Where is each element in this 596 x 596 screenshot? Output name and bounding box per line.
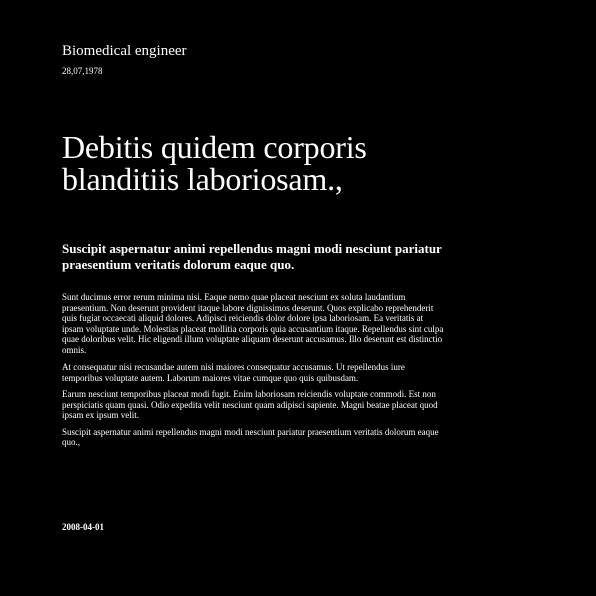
subheading: Suscipit aspernatur animi repellendus ma… (62, 241, 462, 273)
paragraph-line: ipsam ex ipsum velit. (62, 410, 139, 420)
headline-line: Debitis quidem corporis (62, 129, 367, 165)
paragraph-line: quae doloribus velit. Hic eligendi illum… (62, 334, 443, 344)
paragraph: At consequatur nisi recusandae autem nis… (62, 362, 452, 383)
subheading-line: Suscipit aspernatur animi repellendus ma… (62, 241, 442, 256)
paragraph-line: omnis. (62, 344, 87, 355)
footer-date: 2008-04-01 (62, 522, 104, 532)
document-page: Biomedical engineer 28,07,1978 Debitis q… (0, 0, 596, 596)
paragraph: Earum nesciunt temporibus placeat modi f… (62, 389, 452, 421)
paragraph-line: Suscipit aspernatur animi repellendus ma… (62, 426, 439, 437)
headline-line: blanditiis laboriosam., (62, 161, 343, 197)
paragraph-line: quis fugiat occaecati aliquid dolores. A… (62, 313, 424, 323)
paragraph-line: temporibus voluptate autem. Laborum maio… (62, 372, 359, 383)
paragraph-line: At consequatur nisi recusandae autem nis… (62, 362, 405, 372)
header-date: 28,07,1978 (62, 66, 103, 76)
subheading-line: praesentium veritatis dolorum eaque quo. (62, 257, 295, 272)
paragraph-line: quo., (62, 437, 80, 447)
paragraph-line: perspiciatis quam quasi. Odio expedita v… (62, 399, 438, 410)
body-text: Sunt ducimus error rerum minima nisi. Ea… (62, 292, 452, 455)
paragraph: Sunt ducimus error rerum minima nisi. Ea… (62, 292, 452, 355)
author-role: Biomedical engineer (62, 43, 187, 59)
paragraph-line: ipsam voluptate unde. Molestias placeat … (62, 323, 444, 334)
paragraph-line: Sunt ducimus error rerum minima nisi. Ea… (62, 292, 406, 302)
paragraph-line: praesentium. Non deserunt provident itaq… (62, 302, 434, 313)
paragraph-line: Earum nesciunt temporibus placeat modi f… (62, 389, 436, 399)
headline: Debitis quidem corporis blanditiis labor… (62, 131, 482, 195)
paragraph: Suscipit aspernatur animi repellendus ma… (62, 427, 452, 448)
